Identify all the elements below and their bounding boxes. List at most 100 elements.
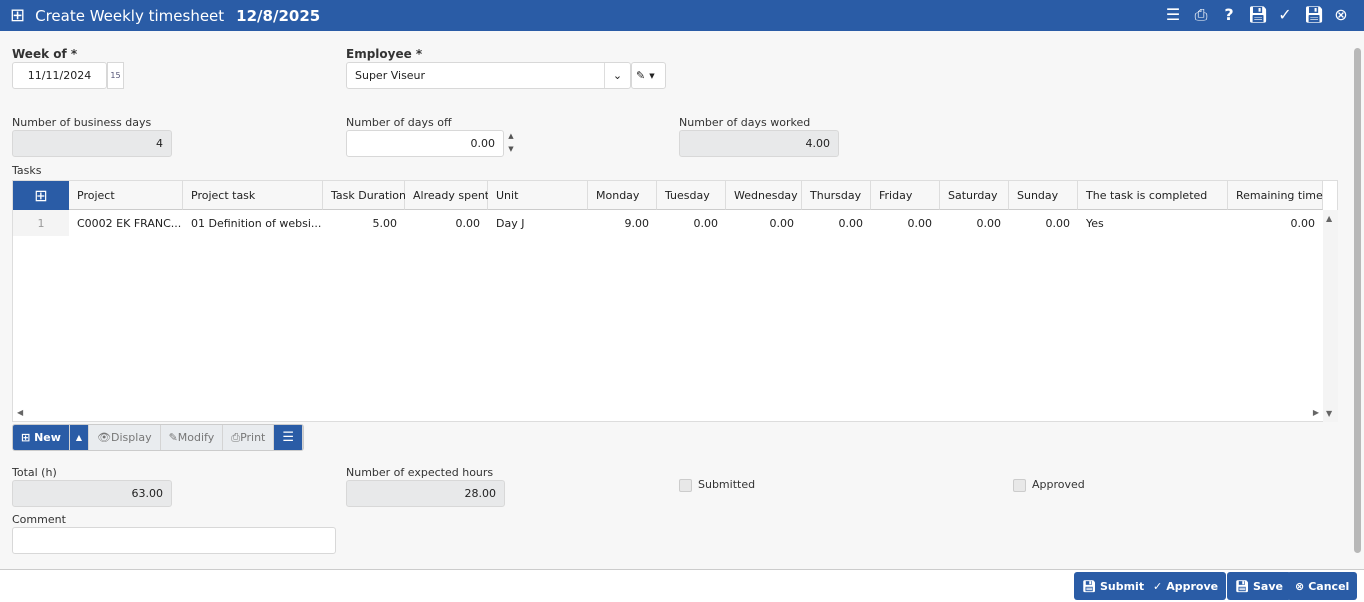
table-cell[interactable]: 0.00 bbox=[1228, 210, 1323, 236]
save-icon[interactable]: 💾︎ bbox=[1304, 5, 1324, 25]
new-label: New bbox=[34, 431, 61, 444]
new-button[interactable]: ⊞ New bbox=[13, 425, 70, 450]
check-icon: ✓ bbox=[1153, 579, 1163, 593]
days-off-stepper[interactable]: ▲ ▼ bbox=[504, 130, 518, 157]
vertical-scrollbar[interactable] bbox=[1352, 34, 1362, 568]
week-of-input[interactable]: 11/11/2024 bbox=[12, 62, 107, 89]
title-bar: ⊞ Create Weekly timesheet 12/8/2025 ☰ ⎙ … bbox=[0, 0, 1364, 31]
caret-down-icon: ▼ bbox=[649, 71, 655, 80]
column-header[interactable]: Unit bbox=[488, 181, 588, 210]
column-header[interactable]: Sunday bbox=[1009, 181, 1078, 210]
employee-value: Super Viseur bbox=[355, 69, 426, 82]
table-cell[interactable]: C0002 EK FRANC... bbox=[69, 210, 183, 236]
column-header[interactable]: Already spent bbox=[405, 181, 489, 210]
approved-label: Approved bbox=[1032, 478, 1085, 491]
chevron-down-icon[interactable]: ⌄ bbox=[604, 63, 630, 88]
print-label: Print bbox=[240, 431, 266, 444]
days-worked-label: Number of days worked bbox=[679, 116, 811, 129]
days-off-input[interactable]: 0.00 bbox=[346, 130, 504, 157]
save-button[interactable]: 💾︎ Save bbox=[1227, 572, 1291, 600]
grid-vertical-scrollbar[interactable]: ▲ ▼ bbox=[1323, 210, 1338, 422]
column-header[interactable]: Project bbox=[69, 181, 183, 210]
calendar-icon[interactable]: 15 bbox=[107, 62, 124, 89]
cancel-label: Cancel bbox=[1308, 579, 1350, 593]
pencil-icon: ✎ bbox=[168, 431, 178, 444]
table-cell[interactable]: 0.00 bbox=[657, 210, 726, 236]
edit-employee-button[interactable]: ✎ ▼ bbox=[631, 62, 666, 89]
column-header[interactable]: Friday bbox=[871, 181, 940, 210]
add-row-icon[interactable]: ⊞ bbox=[13, 181, 69, 210]
column-header[interactable]: Remaining time bbox=[1228, 181, 1323, 210]
table-cell[interactable]: 01 Definition of websi... bbox=[183, 210, 323, 236]
submit-button[interactable]: 💾︎ Submit bbox=[1074, 572, 1153, 600]
grid-toolbar: ⊞ New ▲ 👁︎ Display ✎ Modify ⎙ Print ☰ bbox=[12, 424, 305, 451]
column-header[interactable]: The task is completed bbox=[1078, 181, 1228, 210]
approve-label: Approve bbox=[1166, 579, 1219, 593]
comment-label: Comment bbox=[12, 513, 66, 526]
page-title: Create Weekly timesheet bbox=[35, 6, 225, 25]
save-icon: 💾︎ bbox=[1082, 579, 1096, 593]
close-icon[interactable]: ⊗ bbox=[1332, 5, 1350, 25]
check-icon[interactable]: ✓ bbox=[1276, 5, 1294, 25]
total-field: 63.00 bbox=[12, 480, 172, 507]
column-header[interactable]: Thursday bbox=[802, 181, 871, 210]
modify-button[interactable]: ✎ Modify bbox=[160, 425, 224, 450]
table-cell[interactable]: 9.00 bbox=[588, 210, 657, 236]
column-header[interactable]: Saturday bbox=[940, 181, 1009, 210]
expected-hours-field: 28.00 bbox=[346, 480, 505, 507]
add-icon: ⊞ bbox=[21, 431, 31, 444]
days-off-label: Number of days off bbox=[346, 116, 452, 129]
display-label: Display bbox=[111, 431, 152, 444]
table-cell[interactable]: 0.00 bbox=[940, 210, 1009, 236]
business-days-field: 4 bbox=[12, 130, 172, 157]
approve-button[interactable]: ✓ Approve bbox=[1145, 572, 1227, 600]
submit-label: Submit bbox=[1099, 579, 1145, 593]
column-header[interactable]: Monday bbox=[588, 181, 657, 210]
print-icon: ⎙ bbox=[231, 430, 241, 444]
column-header[interactable]: Project task bbox=[183, 181, 323, 210]
total-label: Total (h) bbox=[12, 466, 57, 479]
close-icon: ⊗ bbox=[1295, 579, 1305, 593]
column-header[interactable]: Task Duration bbox=[323, 181, 406, 210]
days-worked-field: 4.00 bbox=[679, 130, 839, 157]
new-dropdown-button[interactable]: ▲ bbox=[69, 425, 90, 450]
grid-horizontal-scrollbar[interactable]: ◀ ▶ bbox=[13, 405, 1323, 422]
display-button[interactable]: 👁︎ Display bbox=[89, 425, 161, 450]
table-cell[interactable]: 0.00 bbox=[802, 210, 871, 236]
page-date: 12/8/2025 bbox=[236, 6, 321, 25]
print-icon[interactable]: ⎙ bbox=[1192, 5, 1210, 25]
table-cell[interactable]: 0.00 bbox=[405, 210, 488, 236]
submitted-checkbox[interactable] bbox=[679, 479, 692, 492]
print-button[interactable]: ⎙ Print bbox=[223, 425, 275, 450]
table-cell[interactable]: Yes bbox=[1078, 210, 1228, 236]
eye-icon: 👁︎ bbox=[97, 431, 112, 444]
approved-checkbox[interactable] bbox=[1013, 479, 1026, 492]
help-icon[interactable]: ? bbox=[1220, 5, 1238, 25]
comment-input[interactable] bbox=[12, 527, 336, 554]
menu-icon[interactable]: ☰ bbox=[1164, 5, 1182, 25]
modify-label: Modify bbox=[177, 431, 215, 444]
submitted-label: Submitted bbox=[698, 478, 756, 491]
table-cell[interactable]: 5.00 bbox=[323, 210, 405, 236]
employee-select[interactable]: Super Viseur ⌄ bbox=[346, 62, 631, 89]
table-cell[interactable]: 0.00 bbox=[871, 210, 940, 236]
employee-label: Employee * bbox=[346, 47, 423, 61]
save-label: Save bbox=[1252, 579, 1283, 593]
column-header[interactable]: Tuesday bbox=[657, 181, 726, 210]
pencil-icon: ✎ bbox=[636, 69, 646, 82]
table-cell[interactable]: 0.00 bbox=[726, 210, 802, 236]
row-number: 1 bbox=[13, 210, 69, 236]
column-header[interactable]: Wednesday bbox=[726, 181, 802, 210]
save-icon: 💾︎ bbox=[1235, 579, 1249, 593]
table-cell[interactable]: Day J bbox=[488, 210, 588, 236]
tasks-grid: ⊞ ▲ ▼ ◀ ▶ Project Project task Task Duration… bbox=[12, 180, 1338, 422]
save-draft-icon[interactable]: 💾︎ bbox=[1248, 5, 1268, 25]
add-icon: ⊞ bbox=[10, 5, 26, 26]
tasks-label: Tasks bbox=[12, 164, 42, 177]
cancel-button[interactable]: ⊗ Cancel bbox=[1287, 572, 1358, 600]
table-cell[interactable]: 0.00 bbox=[1009, 210, 1078, 236]
week-of-label: Week of * bbox=[12, 47, 78, 61]
expected-hours-label: Number of expected hours bbox=[346, 466, 494, 479]
business-days-label: Number of business days bbox=[12, 116, 152, 129]
grid-menu-button[interactable]: ☰ bbox=[274, 425, 304, 450]
